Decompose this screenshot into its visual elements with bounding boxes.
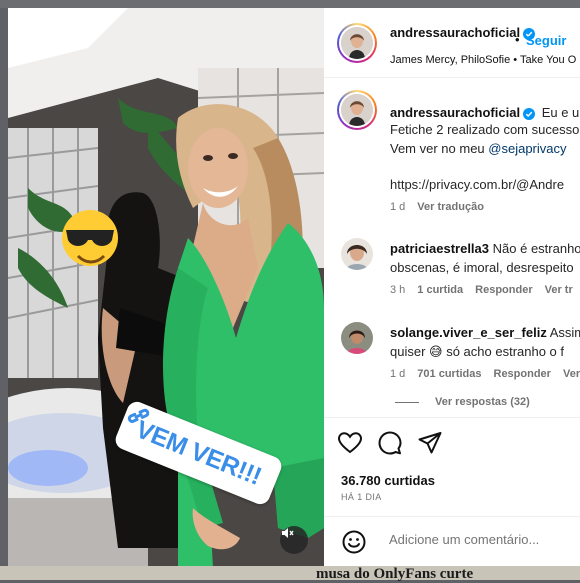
comment-avatar-image [341,238,373,270]
comment-likes[interactable]: 701 curtidas [417,368,481,380]
comment-likes[interactable]: 1 curtida [417,284,463,296]
background-headline: musa do OnlyFans curte [316,566,474,582]
comment-avatar-image [341,322,373,354]
view-replies-button[interactable]: Ver respostas (32) [395,396,530,408]
caption-text-line1: Eu e um [541,105,580,120]
comment-author[interactable]: solange.viver_e_ser_feliz [390,325,547,340]
reply-button[interactable]: Responder [475,284,532,296]
comment-age: 1 d [390,368,406,380]
comment-meta: 3 h 1 curtida Responder Ver tr [390,284,580,296]
post-modal: VEM VER!!! andressaurachoficial • Seguir… [8,8,580,566]
comment-avatar[interactable] [341,322,373,354]
header-separator: • [515,32,520,47]
verified-badge-icon [523,107,536,120]
post-header: andressaurachoficial • Seguir James Merc… [324,8,580,78]
likes-count[interactable]: 36.780 curtidas [341,473,435,488]
comment-text: solange.viver_e_ser_feliz Assim [390,325,580,340]
page-backdrop-bottom [0,566,580,580]
post-time: HÁ 1 DIA [341,492,382,502]
add-comment-bar [324,516,580,566]
speaker-muted-icon [282,528,294,538]
follow-button[interactable]: Seguir [526,33,566,48]
see-translation-link[interactable]: Ver tradução [417,201,484,213]
caption-url: https://privacy.com.br/@Andre [390,177,565,192]
caption-text-line2: Fetiche 2 realizado com sucesso [390,122,580,137]
caption-avatar[interactable] [337,90,377,130]
heart-icon[interactable] [337,430,363,456]
comment-input[interactable] [389,532,579,547]
replies-divider [395,401,419,403]
comment-text-line2: obscenas, é imoral, desrespeito [390,260,574,275]
caption-mention-link[interactable]: @sejaprivacy [488,141,566,156]
post-photo [8,8,324,566]
page-backdrop-top [0,0,580,8]
actions-divider [324,417,580,418]
author-avatar-image [341,27,373,59]
audio-track[interactable]: James Mercy, PhiloSofie • Take You O [390,54,576,66]
comment-avatar[interactable] [341,238,373,270]
author-avatar[interactable] [337,23,377,63]
caption-text-line3: Vem ver no meu @sejaprivacy [390,141,567,156]
see-translation-link[interactable]: Ver [563,368,580,380]
caption-avatar-image [341,94,373,126]
comment-bubble-icon[interactable] [377,430,403,456]
caption-age: 1 d [390,201,406,213]
caption-meta: 1 d Ver tradução [390,201,496,213]
paper-plane-icon[interactable] [417,430,443,456]
comment-meta: 1 d 701 curtidas Responder Ver [390,368,580,380]
comment-text-line2: quiser 😅 só acho estranho o f [390,344,565,359]
mute-button[interactable] [280,526,308,554]
reply-button[interactable]: Responder [494,368,551,380]
header-username[interactable]: andressaurachoficial [390,25,536,40]
caption-author[interactable]: andressaurachoficial Eu e um [390,105,580,120]
comment-age: 3 h [390,284,406,296]
sweat-smile-emoji: 😅 [429,344,443,359]
post-side-panel: andressaurachoficial • Seguir James Merc… [324,8,580,566]
post-media[interactable]: VEM VER!!! [8,8,324,566]
comment-text: patriciaestrella3 Não é estranho [390,241,580,256]
see-translation-link[interactable]: Ver tr [545,284,573,296]
smiley-icon[interactable] [341,529,367,555]
comment-author[interactable]: patriciaestrella3 [390,241,489,256]
